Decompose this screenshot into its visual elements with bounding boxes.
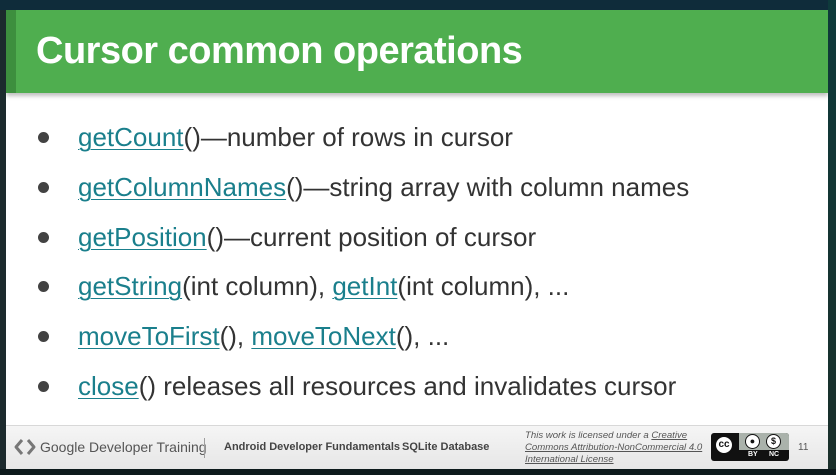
method-link[interactable]: getCount [78,122,184,152]
noncommercial-icon: $ [766,434,781,449]
method-link[interactable]: close [78,371,139,401]
slide-footer: Google Developer Training Android Develo… [6,425,828,469]
slide-title: Cursor common operations [36,30,523,72]
cc-by-label: BY [748,451,758,458]
footer-divider [204,438,205,458]
method-description: (int column), ... [397,271,570,302]
bullet-text: getString(int column), getInt(int column… [78,267,569,305]
bullet-text: getPosition()—current position of cursor [78,218,536,256]
topic-label: SQLite Database [402,441,490,453]
cc-nc-label: NC [769,451,780,458]
attribution-icon: ● [745,434,760,449]
bullet-text: close() releases all resources and inval… [78,367,676,405]
course-label: Android Developer Fundamentals [224,441,401,453]
method-description: (int column), [182,271,333,302]
page-number: 11 [798,442,809,453]
bullet-text: moveToFirst(), moveToNext(), ... [78,317,449,355]
license-text: This work is licensed under a Creative C… [525,430,705,466]
video-frame-bottom [0,469,836,475]
bullet-item: getString(int column), getInt(int column… [38,267,818,317]
google-developers-logo-icon [14,439,36,455]
bullet-list: getCount()—number of rows in cursor getCo… [38,118,818,417]
bullet-item: getCount()—number of rows in cursor [38,118,818,168]
brand-label: Google Developer Training [40,439,207,455]
bullet-item: getColumnNames()—string array with colum… [38,168,818,218]
method-link[interactable]: moveToFirst [78,321,220,351]
bullet-text: getColumnNames()—string array with colum… [78,168,689,206]
method-link[interactable]: getColumnNames [78,172,286,202]
bullet-item: moveToFirst(), moveToNext(), ... [38,317,818,367]
method-link[interactable]: getPosition [78,222,207,252]
bullet-dot-icon [38,231,49,243]
method-description: (), [219,321,252,352]
video-frame-top [0,0,836,10]
bullet-dot-icon [38,132,49,143]
method-link[interactable]: moveToNext [251,321,396,351]
bullet-item: getPosition()—current position of cursor [38,218,818,268]
method-description: ()—current position of cursor [206,221,537,252]
bullet-dot-icon [38,181,49,193]
method-link[interactable]: getInt [332,271,397,301]
video-frame-right [828,0,836,475]
method-description: ()—number of rows in cursor [183,122,513,152]
creative-commons-icon: cc [714,435,734,455]
method-description: ()—string array with column names [286,171,690,202]
bullet-text: getCount()—number of rows in cursor [78,118,513,156]
title-bar-accent [6,10,16,93]
method-description: (), ... [395,321,450,352]
bullet-dot-icon [38,380,49,392]
method-description: () releases all resources and invalidate… [138,370,677,401]
method-link[interactable]: getString [78,271,182,301]
license-prefix: This work is licensed under a [525,430,652,441]
bullet-dot-icon [38,281,49,293]
slide: Cursor common operations getCount()—numb… [6,10,828,469]
title-bar: Cursor common operations [6,10,828,93]
cc-license-badge[interactable]: cc ● $ BY NC [711,433,789,461]
bullet-dot-icon [38,331,49,343]
bullet-item: close() releases all resources and inval… [38,367,818,417]
